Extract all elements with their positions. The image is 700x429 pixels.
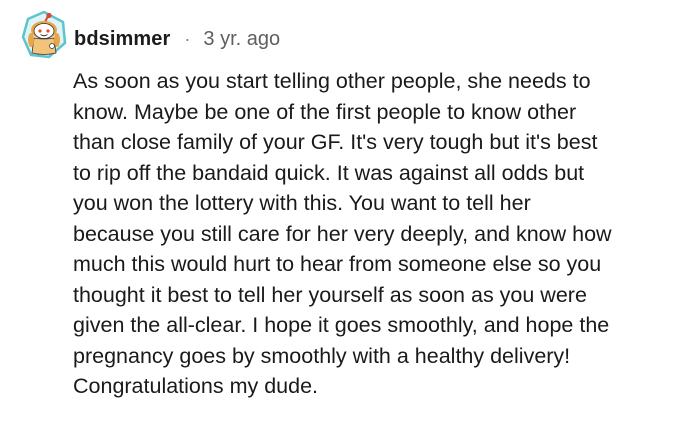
comment-body-line: thought it best to tell her yourself as … [73, 282, 587, 307]
comment-body-line: As soon as you start telling other peopl… [73, 69, 591, 93]
comment-body-line: know. Maybe be one of the first people t… [73, 99, 577, 124]
comment-body-line: given the all-clear. I hope it goes smoo… [73, 313, 610, 337]
comment-body-line: pregnancy goes by smoothly with a health… [73, 343, 571, 368]
comment-timestamp[interactable]: 3 yr. ago [203, 24, 280, 54]
user-avatar[interactable] [19, 10, 69, 60]
comment-body-line: much this would hurt to hear from someon… [73, 252, 602, 276]
comment-body-line: Congratulations my dude. [73, 374, 319, 398]
comment-header: bdsimmer · 3 yr. ago [74, 24, 280, 54]
snoo-avatar-icon [21, 10, 67, 59]
meta-separator: · [184, 29, 191, 49]
comment-body-line: to rip off the bandaid quick. It was aga… [73, 160, 585, 185]
comment-body-line: you won the lottery with this. You want … [73, 191, 531, 215]
comment-body-line: because you still care for her very deep… [73, 221, 612, 246]
comment: bdsimmer · 3 yr. ago As soon as you star… [0, 0, 700, 429]
comment-body-line: than close family of your GF. It's very … [73, 130, 598, 154]
comment-body: As soon as you start telling other peopl… [73, 66, 688, 402]
username-link[interactable]: bdsimmer [74, 24, 170, 54]
